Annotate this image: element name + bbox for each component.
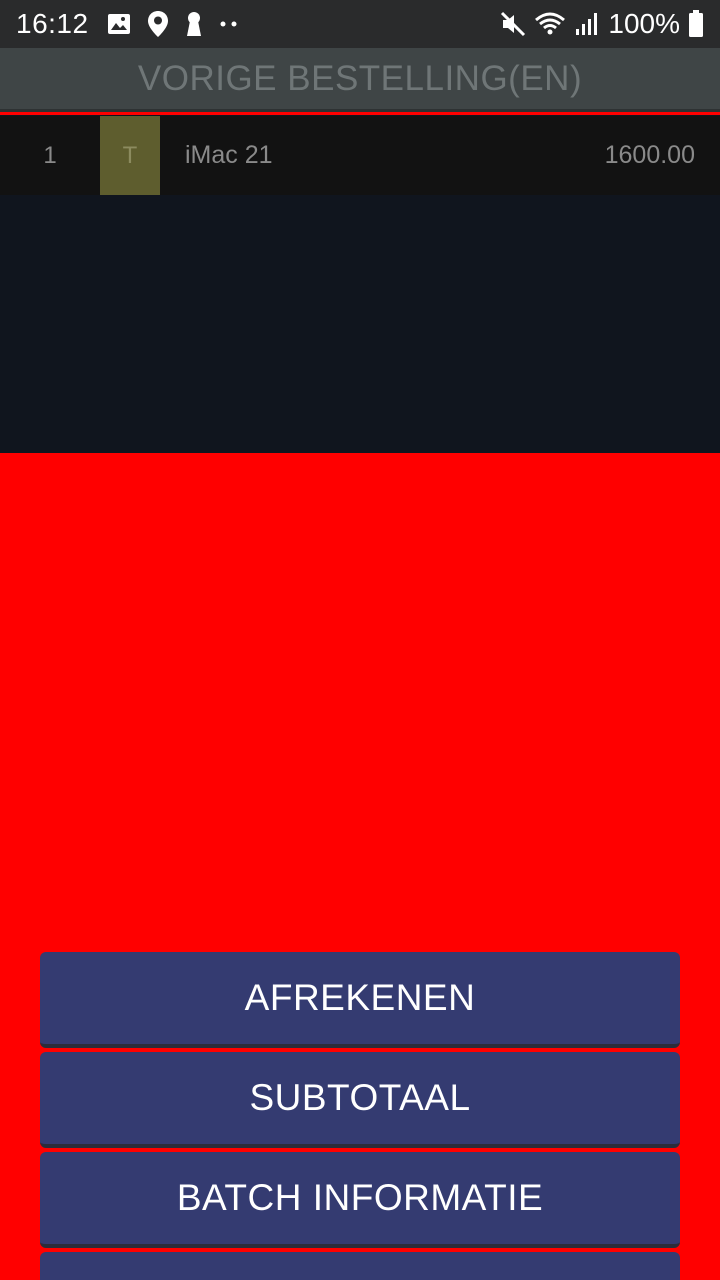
more-dots-icon	[219, 20, 239, 28]
battery-icon	[688, 10, 704, 38]
mute-icon	[500, 11, 526, 37]
order-item-name: iMac 21	[185, 141, 273, 169]
order-quantity: 1	[43, 141, 57, 169]
keyhole-icon	[185, 11, 203, 37]
status-left-icons	[107, 10, 239, 38]
order-tag: T	[100, 116, 160, 195]
subtotal-button[interactable]: SUBTOTAAL	[40, 1052, 680, 1148]
signal-icon	[574, 11, 600, 37]
order-price: 1600.00	[604, 141, 695, 169]
status-bar: 16:12 100%	[0, 0, 720, 48]
status-time: 16:12	[16, 8, 89, 39]
checkout-button[interactable]: AFREKENEN	[40, 952, 680, 1048]
batch-info-button[interactable]: BATCH INFORMATIE	[40, 1152, 680, 1248]
battery-percentage: 100%	[608, 8, 680, 39]
partial-button[interactable]	[40, 1252, 680, 1280]
page-title: VORIGE BESTELLING(EN)	[137, 58, 583, 98]
order-row[interactable]: 1 T iMac 21 1600.00	[0, 116, 720, 195]
title-bar: VORIGE BESTELLING(EN)	[0, 48, 720, 112]
wifi-icon	[534, 11, 566, 37]
status-right-icons: 100%	[500, 8, 704, 40]
previous-orders-list: 1 T iMac 21 1600.00	[0, 115, 720, 453]
image-icon	[107, 13, 131, 35]
location-icon	[147, 10, 169, 38]
